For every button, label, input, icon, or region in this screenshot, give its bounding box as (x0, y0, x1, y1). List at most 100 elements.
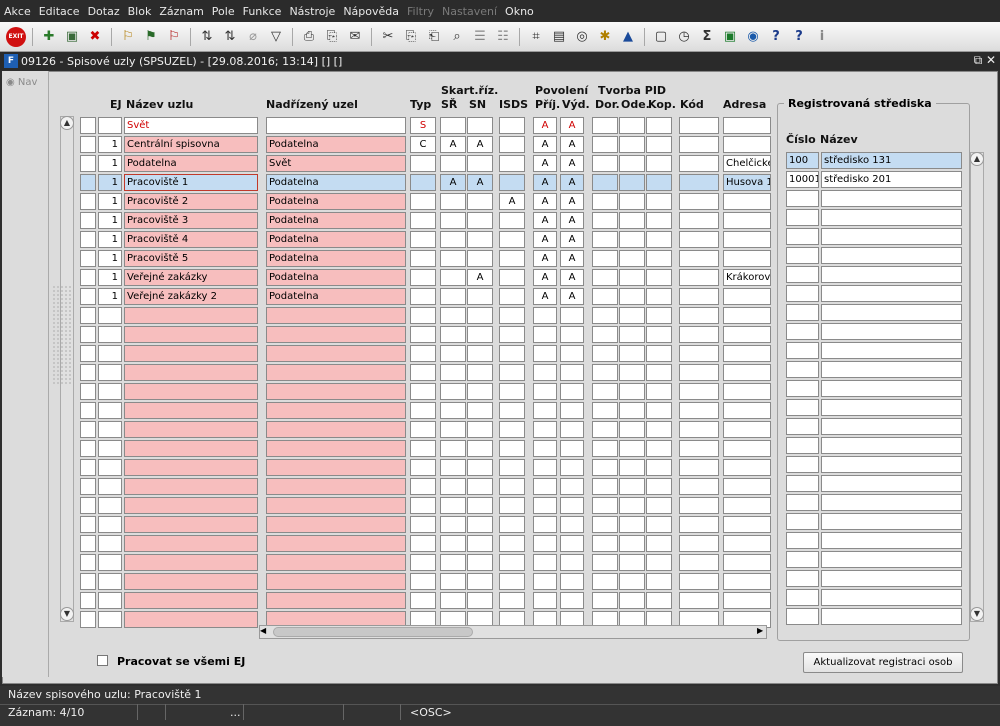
empty-cell[interactable] (124, 478, 258, 495)
empty-cell[interactable] (592, 345, 618, 362)
cell-kod[interactable] (679, 231, 719, 248)
empty-cell[interactable] (124, 421, 258, 438)
empty-cell[interactable] (786, 513, 819, 530)
empty-cell[interactable] (679, 554, 719, 571)
cell-rec[interactable] (80, 212, 96, 229)
empty-cell[interactable] (98, 573, 122, 590)
empty-cell[interactable] (679, 326, 719, 343)
empty-cell[interactable] (723, 440, 771, 457)
empty-cell[interactable] (266, 592, 406, 609)
empty-cell[interactable] (440, 326, 466, 343)
empty-cell[interactable] (646, 497, 672, 514)
cell-ej[interactable]: 1 (98, 288, 122, 305)
empty-cell[interactable] (619, 307, 645, 324)
empty-cell[interactable] (646, 554, 672, 571)
menu-item-6[interactable]: Funkce (243, 5, 282, 18)
cell-typ[interactable] (410, 212, 436, 229)
empty-cell[interactable] (786, 437, 819, 454)
scroll-left-icon[interactable]: ◀ (260, 626, 266, 635)
all-ej-checkbox[interactable] (97, 655, 108, 666)
empty-cell[interactable] (467, 326, 493, 343)
empty-cell[interactable] (467, 307, 493, 324)
empty-cell[interactable] (786, 570, 819, 587)
filter-typ[interactable]: S (410, 117, 436, 134)
empty-cell[interactable] (619, 345, 645, 362)
cell-dor[interactable] (592, 155, 618, 172)
cell-kod[interactable] (679, 193, 719, 210)
empty-cell[interactable] (266, 345, 406, 362)
hscroll-thumb[interactable] (273, 627, 473, 637)
menu-item-5[interactable]: Pole (212, 5, 235, 18)
empty-cell[interactable] (266, 516, 406, 533)
cell-nazev[interactable]: Pracoviště 2 (124, 193, 258, 210)
empty-cell[interactable] (410, 364, 436, 381)
empty-cell[interactable] (619, 459, 645, 476)
empty-cell[interactable] (124, 440, 258, 457)
scroll-down-icon[interactable]: ▼ (970, 607, 984, 621)
empty-cell[interactable] (646, 440, 672, 457)
empty-cell[interactable] (786, 285, 819, 302)
cell-adr[interactable] (723, 193, 771, 210)
empty-cell[interactable] (467, 516, 493, 533)
cell-nazev[interactable]: Pracoviště 5 (124, 250, 258, 267)
cell-ode[interactable] (619, 174, 645, 191)
cell-isds[interactable] (499, 288, 525, 305)
empty-cell[interactable] (821, 418, 962, 435)
empty-cell[interactable] (98, 497, 122, 514)
empty-cell[interactable] (499, 364, 525, 381)
find-icon[interactable]: ⌕ (447, 27, 467, 47)
empty-cell[interactable] (440, 421, 466, 438)
empty-cell[interactable] (499, 573, 525, 590)
empty-cell[interactable] (821, 190, 962, 207)
empty-cell[interactable] (619, 326, 645, 343)
empty-cell[interactable] (619, 383, 645, 400)
cell-nadr[interactable]: Svět (266, 155, 406, 172)
empty-cell[interactable] (646, 459, 672, 476)
empty-cell[interactable] (467, 478, 493, 495)
help-icon[interactable]: ? (766, 27, 786, 47)
empty-cell[interactable] (410, 573, 436, 590)
empty-cell[interactable] (533, 554, 557, 571)
empty-cell[interactable] (560, 459, 584, 476)
empty-cell[interactable] (266, 535, 406, 552)
empty-cell[interactable] (80, 497, 96, 514)
empty-cell[interactable] (440, 516, 466, 533)
empty-cell[interactable] (98, 402, 122, 419)
empty-cell[interactable] (646, 478, 672, 495)
scroll-up-icon[interactable]: ▲ (970, 152, 984, 166)
empty-cell[interactable] (499, 535, 525, 552)
cell-adr[interactable]: Krákorova (723, 269, 771, 286)
clear-filter-icon[interactable]: ⌀ (243, 27, 263, 47)
menu-item-11[interactable]: Okno (505, 5, 534, 18)
empty-cell[interactable] (821, 380, 962, 397)
empty-cell[interactable] (786, 494, 819, 511)
email-icon[interactable]: ✉ (345, 27, 365, 47)
excel-icon[interactable]: ▣ (720, 27, 740, 47)
cell-adr[interactable] (723, 212, 771, 229)
empty-cell[interactable] (410, 307, 436, 324)
empty-cell[interactable] (467, 421, 493, 438)
empty-cell[interactable] (786, 456, 819, 473)
empty-cell[interactable] (80, 402, 96, 419)
empty-cell[interactable] (467, 383, 493, 400)
empty-cell[interactable] (440, 592, 466, 609)
cell-prij[interactable]: A (533, 193, 557, 210)
empty-cell[interactable] (592, 478, 618, 495)
cell-sn[interactable]: A (467, 174, 493, 191)
empty-cell[interactable] (592, 326, 618, 343)
empty-cell[interactable] (533, 459, 557, 476)
cell-vyd[interactable]: A (560, 155, 584, 172)
empty-cell[interactable] (560, 478, 584, 495)
empty-cell[interactable] (98, 478, 122, 495)
empty-cell[interactable] (646, 307, 672, 324)
menu-item-0[interactable]: Akce (4, 5, 31, 18)
cell-isds[interactable] (499, 155, 525, 172)
empty-cell[interactable] (786, 323, 819, 340)
empty-cell[interactable] (266, 326, 406, 343)
empty-cell[interactable] (786, 532, 819, 549)
cell-sr[interactable] (440, 155, 466, 172)
empty-cell[interactable] (266, 307, 406, 324)
empty-cell[interactable] (410, 592, 436, 609)
empty-cell[interactable] (679, 383, 719, 400)
cell-dor[interactable] (592, 212, 618, 229)
